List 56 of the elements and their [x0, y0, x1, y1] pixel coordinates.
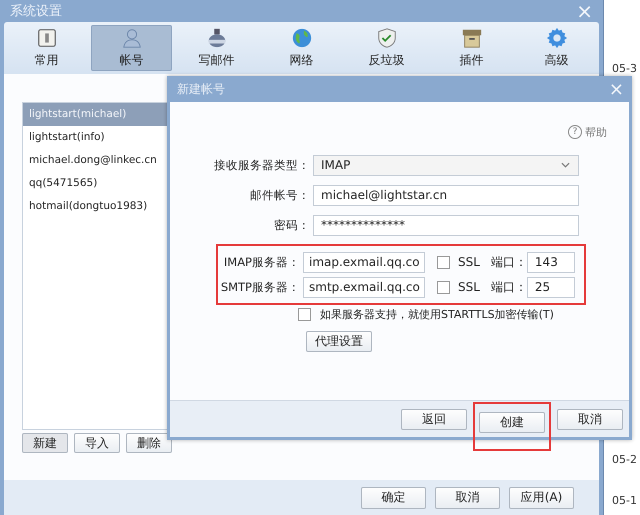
account-item[interactable]: hotmail(dongtuo1983) — [23, 195, 167, 218]
checkbox-label: SSL — [458, 255, 480, 269]
dialog-button[interactable]: 返回 — [401, 408, 467, 430]
account-item[interactable]: lightstart(info) — [23, 126, 167, 149]
account-button[interactable]: 新建 — [22, 433, 68, 453]
date-text: 05-1 — [612, 494, 637, 507]
window-title: 系统设置 — [10, 3, 62, 20]
account-item[interactable]: michael.dong@linkec.cn — [23, 149, 167, 172]
dialog-button[interactable]: 取消 — [557, 408, 623, 430]
input-field[interactable]: ************** — [313, 214, 579, 236]
toolbar-tab[interactable]: 网络 — [261, 25, 342, 71]
account-item[interactable]: qq(5471565) — [23, 172, 167, 195]
help-icon: ? — [568, 125, 582, 139]
field-label: IMAP服务器： — [222, 254, 301, 270]
person-icon — [120, 27, 142, 49]
input-field[interactable]: smtp.exmail.qq.co — [303, 276, 425, 298]
input-field[interactable]: imap.exmail.qq.co — [303, 252, 425, 272]
server-type-dropdown[interactable]: IMAP — [313, 154, 579, 176]
gear-icon — [546, 27, 568, 49]
globe-icon — [290, 27, 312, 49]
shield-icon — [376, 27, 398, 49]
footer-button[interactable]: 应用(A) — [509, 486, 574, 508]
field-label: 接收服务器类型： — [213, 158, 311, 172]
toolbar-tab[interactable]: 常用 — [6, 25, 87, 71]
proxy-settings-button[interactable]: 代理设置 — [306, 331, 372, 352]
input-field[interactable]: michael@lightstar.cn — [313, 184, 579, 206]
checkbox[interactable] — [437, 256, 450, 268]
input-field[interactable]: 25 — [526, 276, 575, 298]
date-text: 05-2 — [612, 453, 637, 466]
field-label: SMTP服务器： — [220, 280, 301, 294]
field-label: 密码： — [273, 218, 311, 232]
checkbox-label: SSL — [458, 280, 480, 294]
ink-bottle-icon — [206, 27, 228, 49]
footer-button[interactable]: 确定 — [361, 486, 426, 508]
toolbar-tab[interactable]: 写邮件 — [176, 25, 257, 71]
toolbar-tab[interactable]: 插件 — [431, 25, 512, 71]
account-button[interactable]: 导入 — [74, 433, 120, 453]
account-button[interactable]: 删除 — [126, 433, 172, 453]
field-label: 邮件帐号： — [249, 188, 311, 202]
footer-button[interactable]: 取消 — [435, 486, 500, 508]
checkbox[interactable] — [298, 308, 311, 321]
date-text: 05-3 — [612, 62, 637, 75]
checkbox[interactable] — [437, 280, 450, 294]
dialog-button[interactable]: 创建 — [479, 412, 545, 432]
input-field[interactable]: 143 — [526, 252, 575, 272]
field-label: 端口： — [490, 278, 527, 296]
toolbar-tab[interactable]: 帐号 — [91, 25, 172, 71]
checkbox-label: 如果服务器支持，就使用STARTTLS加密传输(T) — [320, 307, 554, 322]
caret-icon — [561, 162, 570, 168]
toolbar-tab[interactable]: 高级 — [516, 25, 597, 71]
toolbar-tab[interactable]: 反垃圾 — [346, 25, 427, 71]
box-icon — [460, 27, 482, 49]
field-label: 端口： — [490, 254, 527, 270]
dialog-title: 新建帐号 — [177, 80, 225, 98]
help-link[interactable]: 帮助 — [585, 124, 607, 140]
switch-icon — [36, 27, 58, 49]
